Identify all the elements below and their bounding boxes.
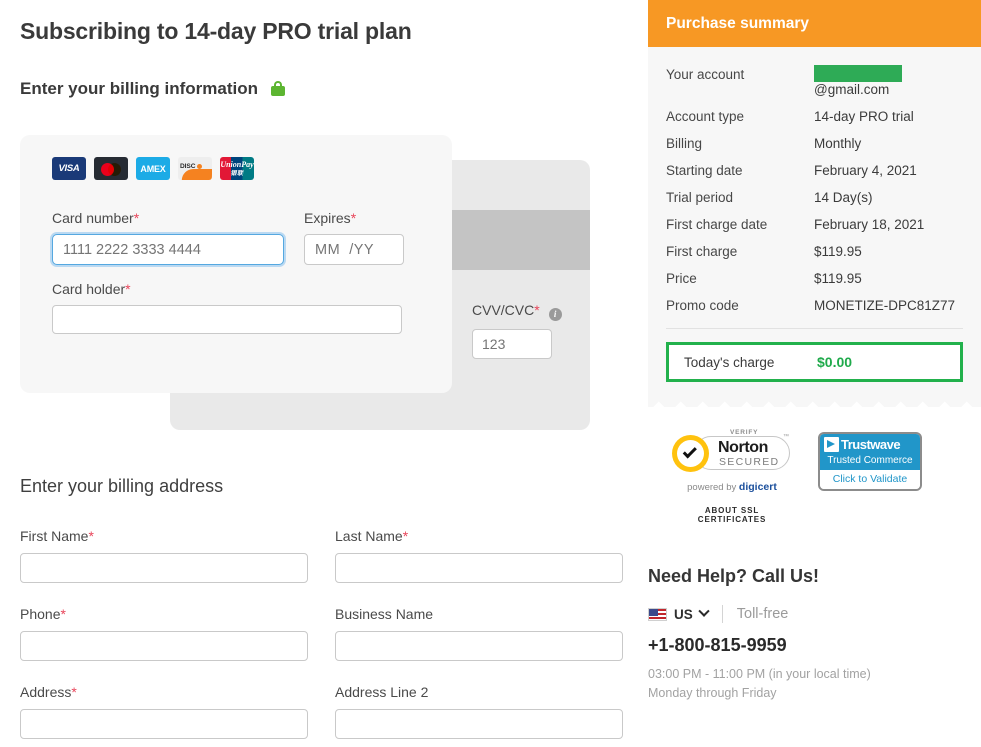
us-flag-icon xyxy=(648,607,667,621)
summary-row-promo-code: Promo code MONETIZE-DPC81Z77 xyxy=(666,298,956,313)
summary-row-first-charge: First charge $119.95 xyxy=(666,244,862,259)
first-name-label: First Name* xyxy=(20,528,94,544)
trustwave-badge[interactable]: Trustwave Trusted Commerce Click to Vali… xyxy=(818,432,922,491)
last-name-group: Last Name* xyxy=(335,528,623,583)
billing-information-label: Enter your billing information xyxy=(20,79,258,98)
support-phone-number[interactable]: +1-800-815-9959 xyxy=(648,635,981,656)
country-selector-row: US Toll-free xyxy=(648,605,981,623)
help-title: Need Help? Call Us! xyxy=(648,566,820,586)
info-icon[interactable]: i xyxy=(548,308,562,321)
summary-row-account-type: Account type 14-day PRO trial xyxy=(666,109,914,124)
expires-label: Expires* xyxy=(304,210,357,226)
lock-icon xyxy=(270,81,285,96)
discover-icon: DISC xyxy=(178,157,212,180)
support-hours: 03:00 PM - 11:00 PM (in your local time)… xyxy=(648,665,981,704)
card-number-input[interactable] xyxy=(52,234,284,265)
cvv-field-group: CVV/CVC* i xyxy=(472,302,562,359)
summary-row-account: Your account @gmail.com xyxy=(666,59,963,103)
card-number-label: Card number* xyxy=(52,210,140,226)
separator xyxy=(721,605,723,623)
trustwave-name: Trustwave xyxy=(841,437,901,452)
trademark-mark: ™ xyxy=(783,434,789,440)
address-label: Address* xyxy=(20,684,77,700)
trustwave-arrow-icon xyxy=(824,437,839,452)
toll-free-label: Toll-free xyxy=(736,606,789,622)
phone-group: Phone* xyxy=(20,606,308,661)
address-group: Address* xyxy=(20,684,308,739)
business-name-label: Business Name xyxy=(335,606,434,622)
trust-badges: VERIFY Norton SECURED ™ powered by digic… xyxy=(648,407,981,524)
phone-label: Phone* xyxy=(20,606,66,622)
last-name-input[interactable] xyxy=(335,553,623,583)
summary-row-trial-period: Trial period 14 Day(s) xyxy=(666,190,873,205)
summary-column: Purchase summary Your account @gmail.com… xyxy=(648,0,981,704)
summary-row-billing: Billing Monthly xyxy=(666,136,862,151)
chevron-down-icon[interactable] xyxy=(698,605,710,617)
checkout-page: Subscribing to 14-day PRO trial plan Ent… xyxy=(0,0,981,747)
help-section: Need Help? Call Us! US Toll-free +1-800-… xyxy=(648,524,981,704)
phone-input[interactable] xyxy=(20,631,308,661)
summary-row-starting-date: Starting date February 4, 2021 xyxy=(666,163,917,178)
country-code-label[interactable]: US xyxy=(674,607,693,622)
first-name-input[interactable] xyxy=(20,553,308,583)
purchase-summary-body: Your account @gmail.com Account type 14-… xyxy=(648,47,981,396)
redacted-email-block xyxy=(814,65,902,82)
powered-by-digicert: powered by digicert xyxy=(687,481,777,493)
norton-checkmark-icon xyxy=(672,435,709,472)
page-title: Subscribing to 14-day PRO trial plan xyxy=(20,18,412,44)
accepted-cards-row: VISA AMEX DISC UnionPay 银联 xyxy=(52,157,420,180)
todays-charge-value: $0.00 xyxy=(817,354,853,370)
required-marker: * xyxy=(534,302,540,318)
torn-paper-edge xyxy=(648,396,981,407)
purchase-summary-panel: Purchase summary Your account @gmail.com… xyxy=(648,0,981,407)
address-line-2-input[interactable] xyxy=(335,709,623,739)
billing-address-form: First Name* Last Name* Phone* Business N… xyxy=(20,528,623,747)
summary-divider xyxy=(666,328,963,329)
cvv-input[interactable] xyxy=(472,329,552,359)
first-name-group: First Name* xyxy=(20,528,308,583)
support-hours-time: 03:00 PM - 11:00 PM (in your local time) xyxy=(648,667,871,681)
amex-icon: AMEX xyxy=(136,157,170,180)
card-holder-input[interactable] xyxy=(52,305,402,334)
last-name-label: Last Name* xyxy=(335,528,409,544)
norton-badge-wrap[interactable]: VERIFY Norton SECURED ™ powered by digic… xyxy=(672,429,792,524)
address-line-2-label: Address Line 2 xyxy=(335,684,429,700)
todays-charge-box: Today's charge $0.00 xyxy=(666,342,963,382)
visa-icon: VISA xyxy=(52,157,86,180)
account-email-value: @gmail.com xyxy=(814,65,963,97)
trustwave-subtitle: Trusted Commerce xyxy=(820,454,920,470)
summary-row-price: Price $119.95 xyxy=(666,271,862,286)
card-holder-group: Card holder* xyxy=(52,281,402,334)
business-name-input[interactable] xyxy=(335,631,623,661)
business-name-group: Business Name xyxy=(335,606,623,661)
about-ssl-certificates-link[interactable]: ABOUT SSL CERTIFICATES xyxy=(672,506,792,524)
summary-row-first-charge-date: First charge date February 18, 2021 xyxy=(666,217,925,232)
credit-card-front-panel: VISA AMEX DISC UnionPay 银联 Card number* … xyxy=(20,135,452,393)
mastercard-icon xyxy=(94,157,128,180)
trustwave-validate-link[interactable]: Click to Validate xyxy=(820,470,920,489)
billing-information-heading: Enter your billing information xyxy=(20,79,285,99)
unionpay-icon: UnionPay 银联 xyxy=(220,157,254,180)
billing-address-heading: Enter your billing address xyxy=(20,476,224,496)
cvv-label: CVV/CVC* i xyxy=(472,302,562,321)
support-hours-days: Monday through Friday xyxy=(648,686,777,701)
expires-input[interactable] xyxy=(304,234,404,265)
address-line-2-group: Address Line 2 xyxy=(335,684,623,739)
card-number-group: Card number* xyxy=(52,210,284,265)
address-input[interactable] xyxy=(20,709,308,739)
card-holder-label: Card holder* xyxy=(52,281,131,297)
billing-column: Subscribing to 14-day PRO trial plan Ent… xyxy=(0,0,640,747)
expires-group: Expires* xyxy=(304,210,404,265)
norton-secured-badge[interactable]: VERIFY Norton SECURED ™ xyxy=(672,429,790,477)
purchase-summary-header: Purchase summary xyxy=(648,0,981,47)
trustwave-header: Trustwave xyxy=(820,434,920,454)
